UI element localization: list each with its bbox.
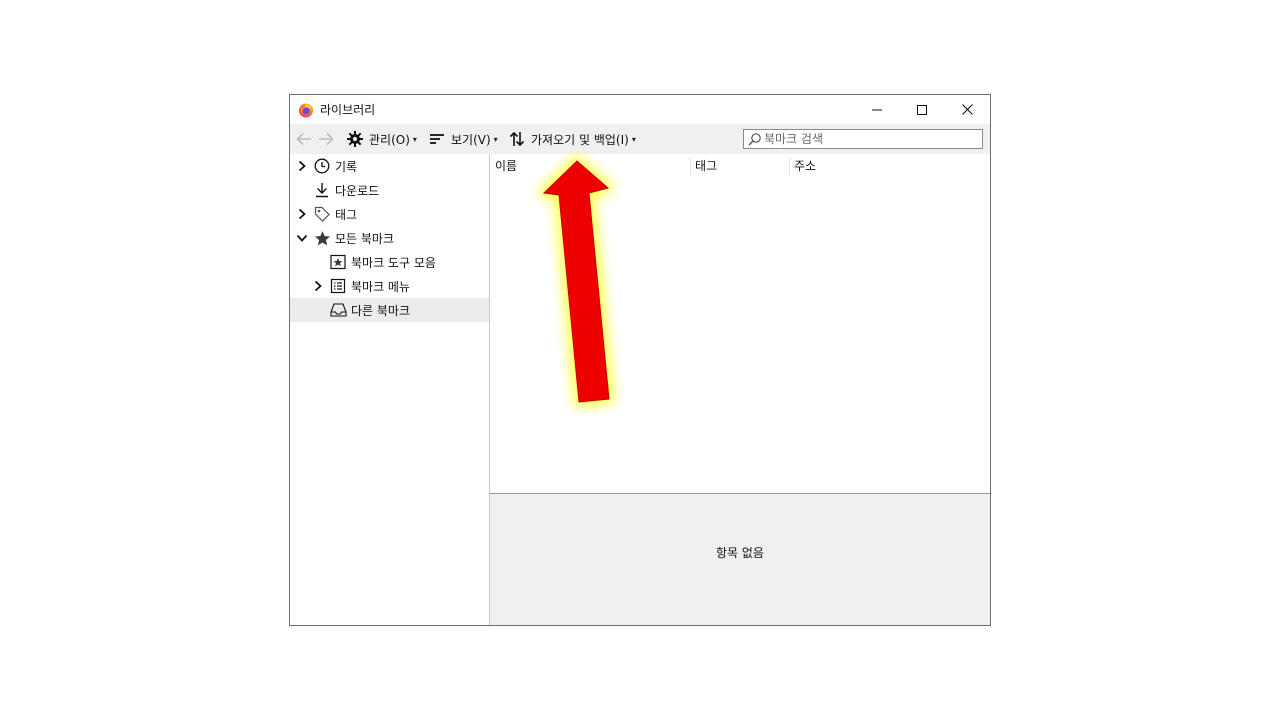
sidebar-item-history[interactable]: 기록 [290,154,489,178]
column-header-name[interactable]: 이름 [495,154,517,178]
sidebar-tree: 기록 다운로드 태그 모든 북마크 북마크 도구 모음 북마크 메뉴 다른 북마… [290,154,490,625]
column-divider[interactable] [690,158,691,176]
annotation-arrow-icon [539,156,614,407]
maximize-icon [917,104,927,115]
window-title: 라이브러리 [320,103,376,117]
back-arrow-icon [296,132,311,146]
back-button[interactable] [294,130,314,148]
other-bookmarks-icon [329,301,347,319]
firefox-logo-icon [299,103,313,118]
chevron-down-icon[interactable] [296,232,308,244]
sidebar-item-bookmarks-menu[interactable]: 북마크 메뉴 [290,274,489,298]
dropdown-arrow-icon: ▾ [631,134,636,144]
search-icon [748,133,761,146]
download-icon [313,181,331,199]
forward-button[interactable] [316,130,336,148]
sidebar-item-bookmarks-toolbar[interactable]: 북마크 도구 모음 [290,250,489,274]
bookmarks-menu-icon [329,277,347,295]
title-bar: 라이브러리 [290,95,990,124]
dropdown-arrow-icon: ▾ [493,134,498,144]
sort-lines-icon [428,130,446,148]
sidebar-item-downloads[interactable]: 다운로드 [290,178,489,202]
sidebar-item-tags[interactable]: 태그 [290,202,489,226]
sidebar-item-other-bookmarks[interactable]: 다른 북마크 [290,298,489,322]
close-button[interactable] [944,95,990,124]
sidebar-item-label: 기록 [335,159,358,174]
import-backup-menu-button[interactable]: 가져오기 및 백업(I) ▾ [508,130,636,148]
column-divider[interactable] [789,158,790,176]
sidebar-item-label: 모든 북마크 [335,231,395,246]
history-clock-icon [313,157,331,175]
column-header-tags[interactable]: 태그 [695,154,717,178]
import-backup-label: 가져오기 및 백업(I) [531,132,629,147]
forward-arrow-icon [319,132,334,146]
views-label: 보기(V) [451,132,491,147]
bookmark-search-box[interactable] [743,129,983,149]
no-items-message: 항목 없음 [716,546,764,560]
import-export-arrows-icon [508,130,526,148]
star-icon [313,229,331,247]
gear-icon [346,130,364,148]
sidebar-item-label: 다운로드 [335,183,380,198]
organize-menu-button[interactable]: 관리(O) ▾ [346,130,417,148]
views-menu-button[interactable]: 보기(V) ▾ [428,130,498,148]
column-header-location[interactable]: 주소 [794,154,816,178]
close-icon [961,104,973,115]
dropdown-arrow-icon: ▾ [412,134,417,144]
chevron-right-icon[interactable] [296,208,308,220]
bookmarks-toolbar-icon [329,253,347,271]
minimize-button[interactable] [854,95,900,124]
sidebar-item-label: 북마크 메뉴 [351,279,411,294]
tag-icon [313,205,331,223]
maximize-button[interactable] [899,95,945,124]
sidebar-item-label: 태그 [335,207,358,222]
minimize-icon [872,109,882,110]
chevron-right-icon[interactable] [312,280,324,292]
details-pane: 항목 없음 [490,494,990,625]
search-input[interactable] [764,131,976,147]
sidebar-item-label: 북마크 도구 모음 [351,255,436,270]
sidebar-item-label: 다른 북마크 [351,303,411,318]
chevron-right-icon[interactable] [296,160,308,172]
sidebar-item-all-bookmarks[interactable]: 모든 북마크 [290,226,489,250]
organize-label: 관리(O) [369,132,410,147]
